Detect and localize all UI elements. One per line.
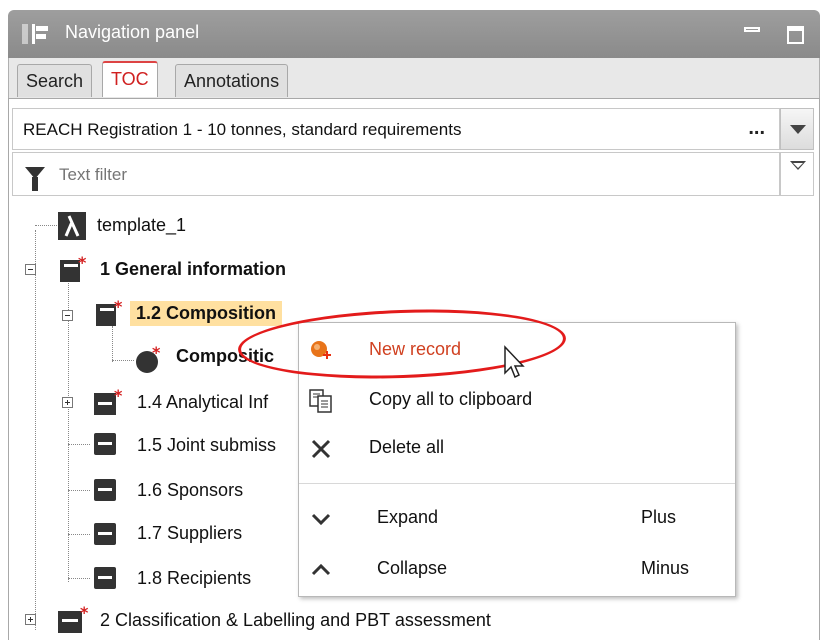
tree-item-recipients[interactable]: 1.8 Recipients xyxy=(137,568,251,589)
svg-text:*: * xyxy=(78,256,87,272)
text-filter-input[interactable] xyxy=(57,160,761,190)
menu-item-delete-all[interactable]: Delete all xyxy=(299,427,735,469)
menu-item-label: Collapse xyxy=(377,558,448,578)
copy-clipboard-icon xyxy=(309,389,332,413)
menu-item-label: Expand xyxy=(377,507,439,527)
minimize-icon[interactable] xyxy=(744,27,760,32)
tree-connector xyxy=(68,444,90,445)
menu-item-label: Delete all xyxy=(369,437,445,457)
maximize-icon[interactable] xyxy=(787,26,804,44)
svg-text:*: * xyxy=(114,388,123,405)
chevron-down-outline-icon xyxy=(790,161,806,170)
tree-connector xyxy=(68,490,90,491)
tab-search[interactable]: Search xyxy=(17,64,93,97)
navigation-panel: Navigation panel Search TOC Annotations … xyxy=(0,0,829,640)
collapse-toggle-icon[interactable] xyxy=(25,264,36,275)
tree-item-joint-submission[interactable]: 1.5 Joint submiss xyxy=(137,435,276,456)
svg-text:*: * xyxy=(152,346,161,362)
section-doc-icon xyxy=(94,567,116,589)
menu-item-label: New record xyxy=(369,339,462,359)
title-bar: Navigation panel xyxy=(8,10,820,58)
tree-connector xyxy=(68,578,90,579)
delete-x-icon xyxy=(311,439,331,459)
template-more-button[interactable]: ... xyxy=(748,117,765,140)
tab-bar: Search TOC Annotations xyxy=(8,58,820,100)
mouse-pointer-icon xyxy=(504,345,525,379)
section-folder-icon: * xyxy=(60,256,87,282)
menu-separator xyxy=(299,483,735,484)
svg-text:*: * xyxy=(80,604,89,622)
tree-connector xyxy=(68,534,90,535)
section-doc-icon xyxy=(94,479,116,501)
filter-options-button[interactable] xyxy=(780,152,814,196)
menu-item-label: Copy all to clipboard xyxy=(369,389,533,409)
section-folder-icon: * xyxy=(96,300,123,326)
tree-item-suppliers[interactable]: 1.7 Suppliers xyxy=(137,523,242,544)
tree-connector xyxy=(112,326,113,362)
tree-item-composition[interactable]: 1.2 Composition xyxy=(130,301,283,326)
template-lambda-icon xyxy=(58,212,86,240)
section-doc-icon xyxy=(94,433,116,455)
template-dropdown-button[interactable] xyxy=(780,108,814,150)
tree-item-classification[interactable]: 2 Classification & Labelling and PBT ass… xyxy=(100,610,491,631)
section-doc-icon xyxy=(94,523,116,545)
tree-item-analytical[interactable]: 1.4 Analytical Inf xyxy=(137,392,268,413)
collapse-toggle-icon[interactable] xyxy=(62,310,73,321)
menu-item-shortcut: Minus xyxy=(641,558,690,578)
text-filter xyxy=(12,152,780,196)
tree-connector xyxy=(35,230,36,630)
section-doc-icon: * xyxy=(94,388,123,415)
svg-text:*: * xyxy=(114,300,123,316)
tree-item-composition-record[interactable]: Compositic xyxy=(176,346,274,367)
menu-item-shortcut: Plus xyxy=(641,507,677,527)
expand-toggle-icon[interactable] xyxy=(62,397,73,408)
new-record-icon xyxy=(311,341,331,359)
chevron-down-icon xyxy=(790,125,806,134)
tree-item-template[interactable]: template_1 xyxy=(97,215,186,236)
record-icon: * xyxy=(136,346,161,373)
section-doc-icon: * xyxy=(58,604,89,633)
menu-item-copy-all[interactable]: Copy all to clipboard xyxy=(299,379,735,421)
tree-item-sponsors[interactable]: 1.6 Sponsors xyxy=(137,480,243,501)
filter-icon xyxy=(25,167,45,191)
menu-item-expand[interactable]: Expand Plus xyxy=(299,497,735,539)
tree-connector xyxy=(112,360,134,361)
tab-toc[interactable]: TOC xyxy=(102,61,158,97)
expand-toggle-icon[interactable] xyxy=(25,614,36,625)
tree-connector xyxy=(35,225,57,226)
template-select[interactable]: REACH Registration 1 - 10 tonnes, standa… xyxy=(12,108,780,150)
chevron-up-icon xyxy=(311,563,331,576)
panel-title: Navigation panel xyxy=(65,22,200,42)
chevron-down-icon xyxy=(311,513,331,526)
menu-item-collapse[interactable]: Collapse Minus xyxy=(299,548,735,590)
navigation-panel-icon xyxy=(22,24,48,44)
tree-connector xyxy=(68,278,69,582)
tree-item-general-information[interactable]: 1 General information xyxy=(100,259,286,280)
template-select-value: REACH Registration 1 - 10 tonnes, standa… xyxy=(23,120,462,139)
tab-annotations[interactable]: Annotations xyxy=(175,64,289,97)
